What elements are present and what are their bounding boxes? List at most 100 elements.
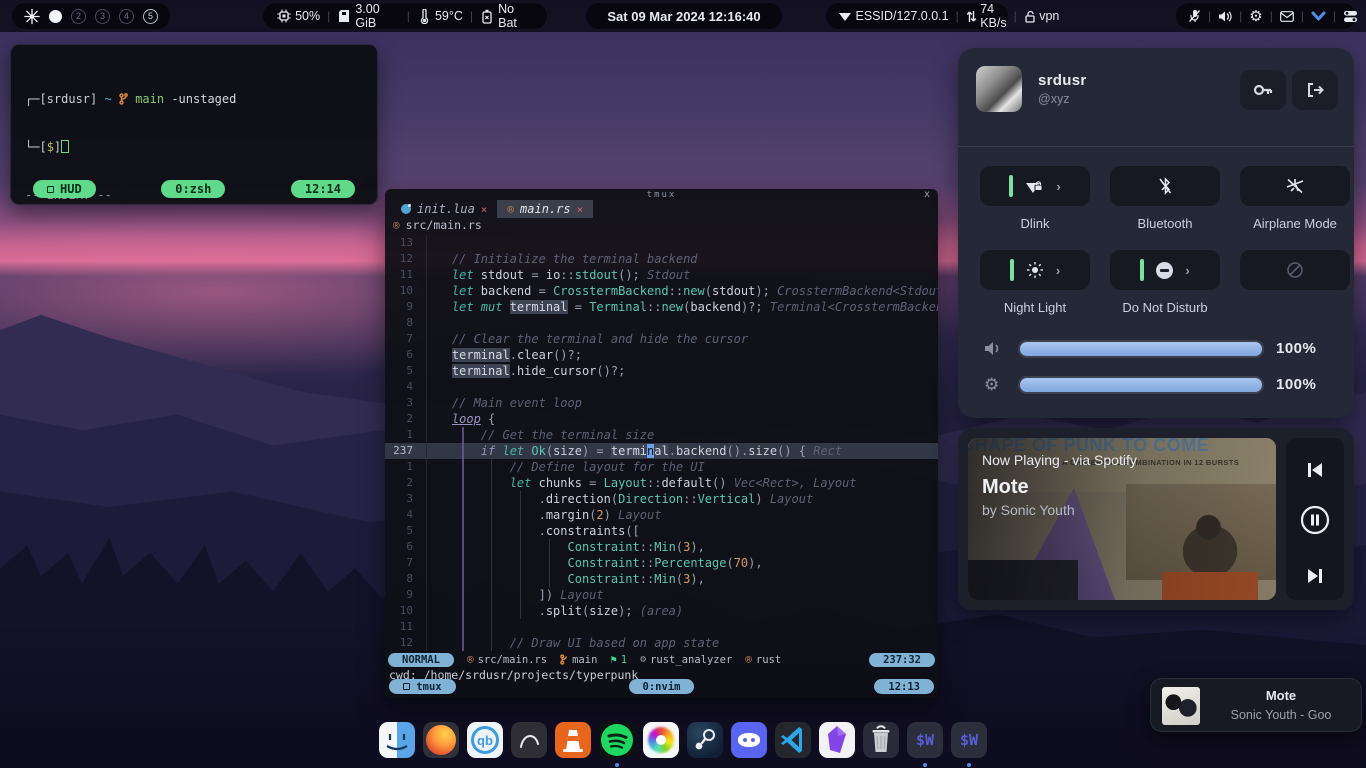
workspace-3[interactable]: 3 <box>95 9 110 24</box>
dock-qbittorrent[interactable]: qb <box>467 722 503 758</box>
editor-window[interactable]: tmux x init.lua × ® main.rs × ® src/main… <box>385 189 938 698</box>
code-line[interactable]: 5 terminal.hide_cursor()?; <box>385 363 938 379</box>
workspace-2[interactable]: 2 <box>71 9 86 24</box>
line-number: 2 <box>385 411 423 427</box>
code-line[interactable]: 8 Constraint::Min(3), <box>385 571 938 587</box>
dock-file-manager[interactable] <box>379 722 415 758</box>
volume-icon[interactable] <box>1218 8 1232 24</box>
notification-subtitle: Sonic Youth - Goo <box>1211 708 1351 722</box>
code-line[interactable]: 8 <box>385 315 938 331</box>
terminal-window[interactable]: ┌─[srdusr] ~ main -unstaged └─[$] -- INS… <box>10 44 378 205</box>
code-line[interactable]: 6 terminal.clear()?; <box>385 347 938 363</box>
dock-sway-2[interactable]: $W <box>951 722 987 758</box>
toggles-icon[interactable] <box>1343 8 1358 24</box>
toggle-wifi-dlink[interactable]: › <box>980 166 1090 206</box>
tmux-session-pill[interactable]: tmux <box>389 679 456 694</box>
tmux-window-pill[interactable]: 0:zsh <box>161 180 225 198</box>
code-line[interactable]: 2 let chunks = Layout::default() Vec<Rec… <box>385 475 938 491</box>
close-window-button[interactable]: x <box>924 189 930 200</box>
line-number: 9 <box>385 587 423 603</box>
updates-chevron-icon[interactable] <box>1311 8 1326 24</box>
trash-icon <box>863 722 899 758</box>
dock-vlc[interactable] <box>555 722 591 758</box>
dock-obsidian[interactable] <box>819 722 855 758</box>
indent-guide <box>520 491 521 619</box>
dock-media-player[interactable] <box>511 722 547 758</box>
code-line[interactable]: 5 .constraints([ <box>385 523 938 539</box>
code-line[interactable]: 1 // Define layout for the UI <box>385 459 938 475</box>
logout-button[interactable] <box>1292 70 1338 110</box>
dock-trash[interactable] <box>863 722 899 758</box>
code-line[interactable]: 12 // Initialize the terminal backend <box>385 251 938 267</box>
divider <box>958 146 1354 147</box>
volume-slider[interactable] <box>1018 340 1264 358</box>
code-line[interactable]: 4 .margin(2) Layout <box>385 507 938 523</box>
tab-close-icon[interactable]: × <box>481 203 488 216</box>
code-text <box>423 315 938 331</box>
tmux-session-pill[interactable]: HUD <box>33 180 96 198</box>
code-line[interactable]: 4 <box>385 379 938 395</box>
line-number: 11 <box>385 267 423 283</box>
line-number: 13 <box>385 235 423 251</box>
album-art-card[interactable]: SHAPE OF PUNK TO COME A CHIMERICAL BOMBI… <box>968 438 1276 600</box>
tab-init-lua[interactable]: init.lua × <box>391 200 497 218</box>
code-line[interactable]: 3 // Main event loop <box>385 395 938 411</box>
code-line[interactable]: 7 Constraint::Percentage(70), <box>385 555 938 571</box>
clock-module[interactable]: Sat 09 Mar 2024 12:16:40 <box>586 3 782 29</box>
brightness-slider[interactable] <box>1018 376 1264 394</box>
code-line-current[interactable]: 237 if let Ok(size) = terminal.backend()… <box>385 443 938 459</box>
workspace-1[interactable] <box>49 10 62 23</box>
toggle-disabled[interactable] <box>1240 250 1350 290</box>
previous-track-button[interactable] <box>1286 450 1344 490</box>
workspace-4[interactable]: 4 <box>119 9 134 24</box>
code-line[interactable]: 7 // Clear the terminal and hide the cur… <box>385 331 938 347</box>
dock-photos[interactable] <box>643 722 679 758</box>
toggle-night-light[interactable]: › <box>980 250 1090 290</box>
code-line[interactable]: 12 // Draw UI based on app state <box>385 635 938 651</box>
microphone-muted-icon[interactable] <box>1188 8 1201 24</box>
tab-close-icon[interactable]: × <box>577 203 584 216</box>
dock-vscode[interactable] <box>775 722 811 758</box>
toggle-do-not-disturb[interactable]: › <box>1110 250 1220 290</box>
workspace-indicators[interactable]: 2345 <box>49 9 158 24</box>
dock-spotify[interactable] <box>599 722 635 758</box>
code-text: let backend = CrosstermBackend::new(stdo… <box>423 283 938 299</box>
editor-tmux-bar: tmux 0:nvim 12:13 <box>385 679 938 695</box>
code-line[interactable]: 10 .split(size); (area) <box>385 603 938 619</box>
next-track-button[interactable] <box>1286 556 1344 596</box>
network-module: ESSID/127.0.0.1 | 74 KB/s | vpn <box>826 3 1008 29</box>
code-line[interactable]: 2 loop { <box>385 411 938 427</box>
dock-steam[interactable] <box>687 722 723 758</box>
tmux-window-pill[interactable]: 0:nvim <box>629 679 695 694</box>
dock-discord[interactable] <box>731 722 767 758</box>
code-line[interactable]: 3 .direction(Direction::Vertical) Layout <box>385 491 938 507</box>
code-line[interactable]: 11 <box>385 619 938 635</box>
sun-icon <box>1026 261 1044 279</box>
statusline-diagnostics: ⚑1 <box>610 654 627 666</box>
active-indicator <box>1010 259 1014 281</box>
dock-sway-1[interactable]: $W <box>907 722 943 758</box>
workspace-5[interactable]: 5 <box>143 9 158 24</box>
code-line[interactable]: 9 let mut terminal = Terminal::new(backe… <box>385 299 938 315</box>
toggle-airplane-mode[interactable] <box>1240 166 1350 206</box>
line-number: 4 <box>385 379 423 395</box>
toggle-bluetooth[interactable] <box>1110 166 1220 206</box>
notification-popup[interactable]: Mote Sonic Youth - Goo <box>1150 678 1362 732</box>
code-line[interactable]: 1 // Get the terminal size <box>385 427 938 443</box>
distro-logo-icon[interactable] <box>24 8 40 25</box>
active-indicator <box>1009 175 1013 197</box>
dock-firefox[interactable] <box>423 722 459 758</box>
code-line[interactable]: 9 ]) Layout <box>385 587 938 603</box>
code-line[interactable]: 13 <box>385 235 938 251</box>
previous-icon <box>1305 461 1325 479</box>
code-line[interactable]: 6 Constraint::Min(3), <box>385 539 938 555</box>
settings-gear-icon[interactable]: ⚙ <box>1249 8 1262 24</box>
code-area[interactable]: 1312 // Initialize the terminal backend1… <box>385 235 938 651</box>
mail-icon[interactable] <box>1280 8 1294 24</box>
code-line[interactable]: 10 let backend = CrosstermBackend::new(s… <box>385 283 938 299</box>
pause-button[interactable] <box>1286 500 1344 540</box>
code-line[interactable]: 11 let stdout = io::stdout(); Stdout <box>385 267 938 283</box>
password-key-button[interactable] <box>1240 70 1286 110</box>
line-number: 10 <box>385 603 423 619</box>
tab-main-rs[interactable]: ® main.rs × <box>497 200 593 218</box>
